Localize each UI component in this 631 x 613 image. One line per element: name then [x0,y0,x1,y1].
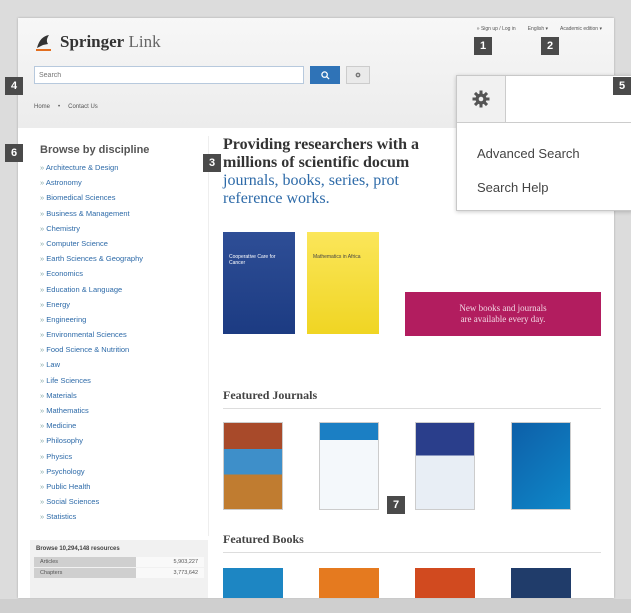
resource-stats: Browse 10,294,148 resources Articles 5,9… [30,540,208,598]
discipline-item[interactable]: Architecture & Design [40,160,208,175]
book-title: Cooperative Care for Cancer [229,254,276,266]
discipline-item[interactable]: Life Sciences [40,373,208,388]
journal-cover[interactable] [511,422,571,510]
featured-books-row [223,568,571,598]
stat-value: 5,903,227 [173,559,198,565]
discipline-item[interactable]: Biomedical Sciences [40,190,208,205]
banner-text: New books and journals are available ever… [459,303,547,324]
headline-reference-link[interactable]: reference works. [223,190,330,207]
discipline-item[interactable]: Psychology [40,464,208,479]
stat-label: Articles [40,559,59,565]
stats-title: Browse 10,294,148 resources [36,546,120,552]
discipline-item[interactable]: Public Health [40,479,208,494]
discipline-item[interactable]: Economics [40,266,208,281]
stat-value: 3,773,642 [173,570,198,576]
callout-marker: 5 [613,77,631,95]
discipline-item[interactable]: Education & Language [40,282,208,297]
journal-cover[interactable] [415,422,475,510]
discipline-list: Architecture & Design Astronomy Biomedic… [30,160,208,525]
headline-series-link[interactable]: series [329,172,365,189]
bottom-scroll-area [0,599,631,613]
book-cover[interactable] [415,568,475,598]
discipline-item[interactable]: Environmental Sciences [40,327,208,342]
headline-journals-link[interactable]: journals [223,172,275,189]
discipline-item[interactable]: Social Sciences [40,494,208,509]
stat-row-articles[interactable]: Articles 5,903,227 [34,557,204,567]
discipline-item[interactable]: Statistics [40,509,208,524]
section-divider [223,408,601,409]
stat-label: Chapters [40,570,63,576]
advanced-search-link[interactable]: Advanced Search [477,146,580,161]
headline-protocols-link[interactable]: prot [373,172,399,189]
journal-cover[interactable] [319,422,379,510]
gear-icon [355,72,361,78]
journal-cover[interactable] [223,422,283,510]
top-links: » Sign up / Log in English ▾ Academic ed… [477,26,602,32]
featured-books-heading: Featured Books [223,532,304,546]
springer-logo[interactable]: Springer Link [34,32,161,52]
headline-line-2: millions of scientific docum [223,154,410,171]
discipline-item[interactable]: Astronomy [40,175,208,190]
discipline-item[interactable]: Food Science & Nutrition [40,342,208,357]
callout-marker: 2 [541,37,559,55]
login-link[interactable]: » Sign up / Log in [477,26,516,32]
discipline-item[interactable]: Physics [40,449,208,464]
book-cover[interactable] [319,568,379,598]
callout-marker: 3 [203,154,221,172]
breadcrumb-home[interactable]: Home [34,104,50,110]
book-cover[interactable] [223,568,283,598]
discipline-sidebar: Browse by discipline Architecture & Desi… [30,136,209,536]
discipline-item[interactable]: Business & Management [40,206,208,221]
book-cover[interactable]: Mathematics in Africa [307,232,379,334]
search-bar [34,66,370,84]
headline-books-link[interactable]: books [283,172,321,189]
callout-marker: 1 [474,37,492,55]
search-options-button[interactable] [346,66,370,84]
discipline-item[interactable]: Engineering [40,312,208,327]
callout-marker: 6 [5,144,23,162]
stat-row-chapters[interactable]: Chapters 3,773,642 [34,568,204,578]
callout-marker: 7 [387,496,405,514]
featured-journals-heading: Featured Journals [223,388,318,402]
new-books-row: Cooperative Care for Cancer Mathematics … [223,232,379,334]
book-cover[interactable]: Cooperative Care for Cancer [223,232,295,334]
breadcrumb: Home • Contact Us [34,104,98,110]
new-content-banner[interactable]: New books and journals are available ever… [405,292,601,336]
discipline-item[interactable]: Medicine [40,418,208,433]
search-input[interactable] [34,66,304,84]
discipline-item[interactable]: Philosophy [40,433,208,448]
dropdown-gear-tab[interactable] [457,76,506,123]
breadcrumb-separator: • [58,104,61,110]
discipline-item[interactable]: Computer Science [40,236,208,251]
discipline-item[interactable]: Materials [40,388,208,403]
search-button[interactable] [310,66,340,84]
discipline-item[interactable]: Energy [40,297,208,312]
gear-icon [472,90,490,108]
discipline-item[interactable]: Mathematics [40,403,208,418]
discipline-item[interactable]: Chemistry [40,221,208,236]
search-icon [320,70,330,80]
springer-horse-icon [36,35,51,51]
breadcrumb-contact[interactable]: Contact Us [68,104,98,110]
headline-line-1: Providing researchers with a [223,136,419,153]
sidebar-title: Browse by discipline [40,144,150,156]
search-help-link[interactable]: Search Help [477,180,549,195]
callout-marker: 4 [5,77,23,95]
edition-select[interactable]: Academic edition ▾ [560,26,602,32]
discipline-item[interactable]: Law [40,357,208,372]
book-title: Mathematics in Africa [313,254,361,260]
discipline-item[interactable]: Earth Sciences & Geography [40,251,208,266]
search-options-dropdown: Advanced Search Search Help [456,75,631,211]
language-select[interactable]: English ▾ [528,26,548,32]
book-cover[interactable] [511,568,571,598]
brand-name: Springer Link [60,32,161,51]
section-divider [223,552,601,553]
dropdown-divider [505,122,631,123]
